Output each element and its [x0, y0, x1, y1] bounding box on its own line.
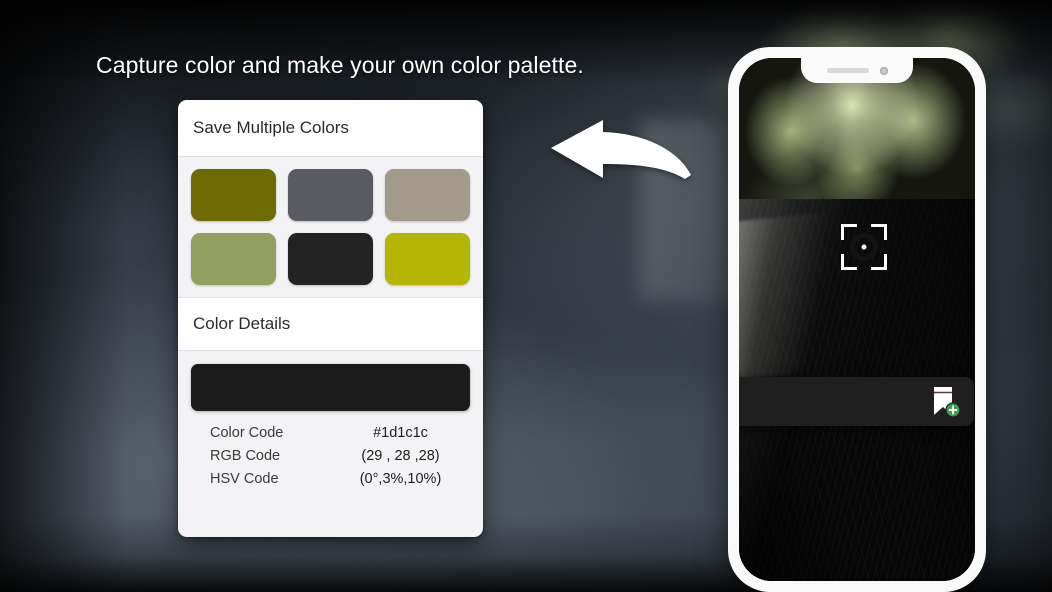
color-preview-wrap: [178, 351, 483, 411]
curved-arrow-left-icon: [551, 120, 691, 179]
phone-mockup: [728, 47, 986, 592]
headline-text: Capture color and make your own color pa…: [96, 52, 584, 78]
swatch-sage-green[interactable]: [191, 233, 276, 285]
swatch-yellow-green[interactable]: [385, 233, 470, 285]
detail-value-rgb-code: (29 , 28 ,28): [361, 448, 440, 464]
save-multiple-colors-header: Save Multiple Colors: [178, 100, 483, 157]
phone-notch: [801, 58, 913, 83]
color-detail-list: Color Code #1d1c1c RGB Code (29 , 28 ,28…: [178, 411, 483, 487]
swatch-grid: [191, 169, 470, 285]
detail-value-hsv-code: (0°,3%,10%): [359, 471, 442, 487]
speaker-slot-icon: [826, 68, 869, 73]
swatch-taupe[interactable]: [385, 169, 470, 221]
save-multiple-colors-title: Save Multiple Colors: [193, 118, 349, 137]
color-picker-reticle-icon[interactable]: [841, 224, 887, 270]
phone-bottom-toolbar: [739, 377, 974, 426]
front-camera-icon: [879, 66, 888, 75]
detail-row: Color Code #1d1c1c: [192, 425, 469, 441]
detail-label-hsv-code: HSV Code: [210, 471, 279, 487]
palette-card: Save Multiple Colors Color Details Color…: [178, 100, 483, 537]
phone-screen: [739, 58, 975, 581]
promo-screenshot: Capture color and make your own color pa…: [0, 0, 1052, 592]
detail-label-rgb-code: RGB Code: [210, 448, 281, 464]
swatch-slate-gray[interactable]: [288, 169, 373, 221]
save-color-button[interactable]: [930, 385, 961, 419]
detail-row: RGB Code (29 , 28 ,28): [192, 448, 469, 464]
detail-row: HSV Code (0°,3%,10%): [192, 471, 469, 487]
detail-value-color-code: #1d1c1c: [373, 425, 428, 441]
swatch-olive[interactable]: [191, 169, 276, 221]
swatch-area: [178, 157, 483, 297]
bookmark-add-icon: [934, 386, 961, 418]
color-details-title: Color Details: [193, 314, 291, 333]
selected-color-preview: [191, 364, 470, 411]
detail-label-color-code: Color Code: [210, 425, 284, 441]
color-details-header: Color Details: [178, 297, 483, 351]
swatch-near-black[interactable]: [288, 233, 373, 285]
reticle-center-dot: [861, 244, 867, 250]
